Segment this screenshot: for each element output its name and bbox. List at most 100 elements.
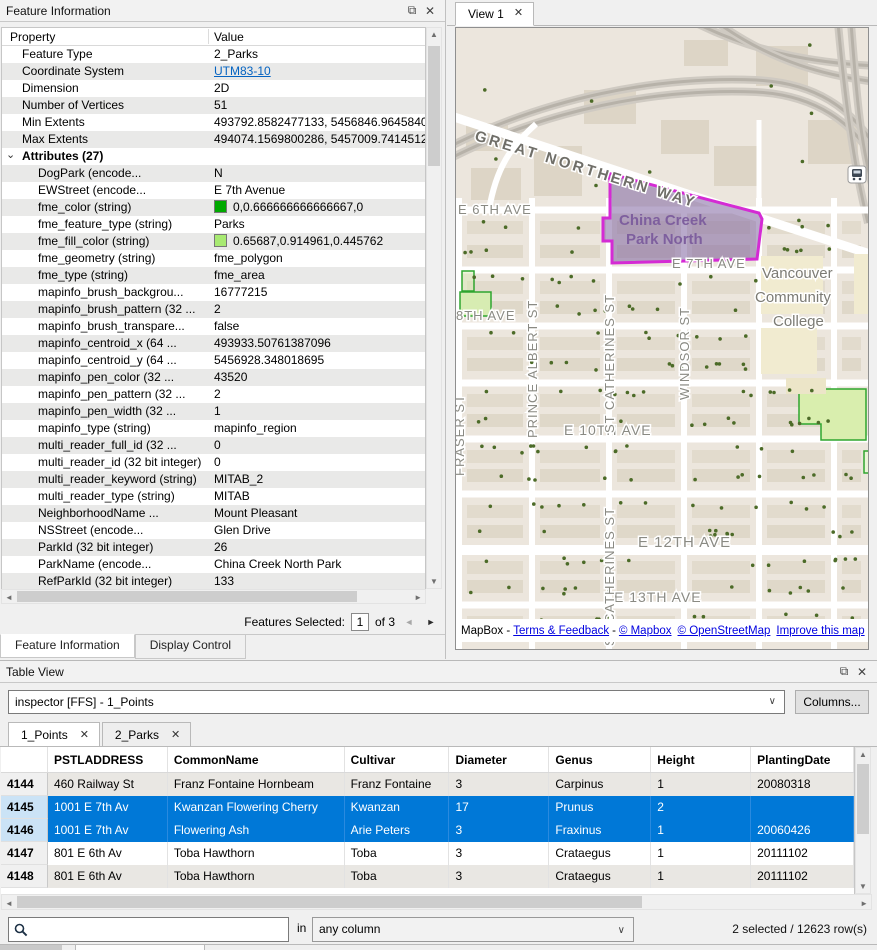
property-row[interactable]: mapinfo_pen_color (32 ...43520 [2, 369, 425, 386]
property-row[interactable]: RefParkId (32 bit integer)133 [2, 573, 425, 590]
table-cell[interactable]: Toba [345, 865, 450, 888]
row-number[interactable]: 4146 [1, 819, 48, 842]
close-panel-icon[interactable]: ✕ [853, 664, 871, 680]
table-cell[interactable]: 1 [651, 773, 751, 796]
column-header-genus[interactable]: Genus [549, 747, 651, 772]
property-row[interactable]: mapinfo_pen_width (32 ...1 [2, 403, 425, 420]
property-row[interactable]: multi_reader_full_id (32 ...0 [2, 437, 425, 454]
corner-header[interactable] [1, 747, 48, 772]
close-tab-icon[interactable]: ✕ [80, 728, 89, 746]
table-cell[interactable]: Crataegus [549, 842, 651, 865]
scroll-right-icon[interactable]: ► [414, 593, 422, 602]
table-cell[interactable]: 1001 E 7th Av [48, 819, 168, 842]
mapbox-link[interactable]: © Mapbox [619, 625, 672, 637]
features-selected-input[interactable]: 1 [351, 613, 369, 631]
property-row[interactable]: fme_geometry (string)fme_polygon [2, 250, 425, 267]
table-cell[interactable]: Prunus [549, 796, 651, 819]
property-row[interactable]: mapinfo_brush_pattern (32 ...2 [2, 301, 425, 318]
float-panel-icon[interactable]: ⧉ [835, 664, 853, 680]
property-row[interactable]: NSStreet (encode...Glen Drive [2, 522, 425, 539]
table-cell[interactable]: 1 [651, 842, 751, 865]
columns-button[interactable]: Columns... [795, 690, 869, 714]
scrollbar-thumb[interactable] [857, 764, 869, 834]
scrollbar-thumb[interactable] [17, 591, 357, 602]
property-row[interactable]: mapinfo_centroid_y (64 ...5456928.348018… [2, 352, 425, 369]
bottom-tab-stub[interactable] [75, 945, 205, 950]
table-cell[interactable]: Flowering Ash [168, 819, 345, 842]
table-row[interactable]: 41451001 E 7th AvKwanzan Flowering Cherr… [1, 796, 854, 819]
search-input[interactable] [32, 920, 288, 940]
property-row[interactable]: multi_reader_id (32 bit integer)0 [2, 454, 425, 471]
property-row[interactable]: fme_type (string)fme_area [2, 267, 425, 284]
scroll-left-icon[interactable]: ◄ [5, 593, 13, 602]
table-cell[interactable]: Toba Hawthorn [168, 865, 345, 888]
property-row[interactable]: DogPark (encode...N [2, 165, 425, 182]
search-box[interactable] [8, 917, 289, 942]
table-cell[interactable]: Crataegus [549, 865, 651, 888]
previous-feature-icon[interactable]: ◄ [401, 617, 417, 627]
property-row[interactable]: fme_feature_type (string)Parks [2, 216, 425, 233]
table-cell[interactable]: Franz Fontaine [345, 773, 450, 796]
column-header-cultivar[interactable]: Cultivar [345, 747, 450, 772]
property-row[interactable]: mapinfo_pen_pattern (32 ...2 [2, 386, 425, 403]
table-cell[interactable]: 20080318 [751, 773, 854, 796]
close-view-icon[interactable]: ✕ [514, 6, 523, 25]
property-row[interactable]: mapinfo_brush_transpare...false [2, 318, 425, 335]
table-cell[interactable]: Toba Hawthorn [168, 842, 345, 865]
scroll-up-icon[interactable]: ▲ [427, 30, 441, 39]
table-row[interactable]: 4148801 E 6th AvToba HawthornToba3Cratae… [1, 865, 854, 888]
property-row[interactable]: NeighborhoodName ...Mount Pleasant [2, 505, 425, 522]
table-cell[interactable]: Kwanzan [345, 796, 450, 819]
property-row[interactable]: EWStreet (encode...E 7th Avenue [2, 182, 425, 199]
table-cell[interactable]: 1 [651, 819, 751, 842]
table-cell[interactable]: 1 [651, 865, 751, 888]
column-divider[interactable] [208, 29, 209, 44]
table-cell[interactable]: Toba [345, 842, 450, 865]
table-cell[interactable]: Arie Peters [345, 819, 450, 842]
row-number[interactable]: 4148 [1, 865, 48, 888]
property-row[interactable]: Number of Vertices51 [2, 97, 425, 114]
close-panel-icon[interactable]: ✕ [421, 3, 439, 19]
scroll-right-icon[interactable]: ► [860, 899, 868, 908]
table-row[interactable]: 4144460 Railway StFranz Fontaine Hornbea… [1, 773, 854, 796]
table-cell[interactable]: 1001 E 7th Av [48, 796, 168, 819]
improve-map-link[interactable]: Improve this map [776, 625, 864, 637]
property-row[interactable]: Coordinate SystemUTM83-10 [2, 63, 425, 80]
table-cell[interactable]: 20111102 [751, 865, 854, 888]
feature-info-horizontal-scrollbar[interactable]: ◄ ► [1, 589, 426, 604]
table-cell[interactable]: Kwanzan Flowering Cherry [168, 796, 345, 819]
table-cell[interactable]: 460 Railway St [48, 773, 168, 796]
property-row[interactable]: mapinfo_centroid_x (64 ...493933.5076138… [2, 335, 425, 352]
table-cell[interactable]: 3 [449, 773, 549, 796]
scrollbar-thumb[interactable] [428, 46, 440, 166]
table-cell[interactable]: Carpinus [549, 773, 651, 796]
property-row[interactable]: multi_reader_type (string)MITAB [2, 488, 425, 505]
next-feature-icon[interactable]: ► [423, 617, 439, 627]
table-cell[interactable]: 3 [449, 865, 549, 888]
terms-feedback-link[interactable]: Terms & Feedback [513, 625, 609, 637]
close-tab-icon[interactable]: ✕ [171, 728, 180, 746]
feature-info-vertical-scrollbar[interactable]: ▲ ▼ [426, 27, 442, 589]
column-header-pstladdress[interactable]: PSTLADDRESS [48, 747, 168, 772]
table-cell[interactable]: 2 [651, 796, 751, 819]
property-row[interactable]: mapinfo_brush_backgrou...16777215 [2, 284, 425, 301]
table-cell[interactable]: Franz Fontaine Hornbeam [168, 773, 345, 796]
tab-feature-information[interactable]: Feature Information [0, 634, 135, 658]
table-horizontal-scrollbar[interactable]: ◄ ► [1, 894, 872, 910]
row-number[interactable]: 4145 [1, 796, 48, 819]
table-cell[interactable]: 20111102 [751, 842, 854, 865]
property-row[interactable]: fme_fill_color (string)0.65687,0.914961,… [2, 233, 425, 250]
property-column-header[interactable]: Property [10, 30, 55, 44]
tab-view-1[interactable]: View 1 ✕ [455, 2, 534, 26]
coordinate-system-link[interactable]: UTM83-10 [214, 64, 271, 78]
table-cell[interactable]: 3 [449, 842, 549, 865]
table-row[interactable]: 4147801 E 6th AvToba HawthornToba3Cratae… [1, 842, 854, 865]
scroll-left-icon[interactable]: ◄ [5, 899, 13, 908]
property-row[interactable]: Max Extents494074.1569800286, 5457009.74… [2, 131, 425, 148]
column-header-commonname[interactable]: CommonName [168, 747, 345, 772]
row-number[interactable]: 4144 [1, 773, 48, 796]
property-row[interactable]: ParkName (encode...China Creek North Par… [2, 556, 425, 573]
openstreetmap-link[interactable]: © OpenStreetMap [678, 625, 771, 637]
table-cell[interactable]: 801 E 6th Av [48, 842, 168, 865]
scroll-down-icon[interactable]: ▼ [427, 577, 441, 586]
